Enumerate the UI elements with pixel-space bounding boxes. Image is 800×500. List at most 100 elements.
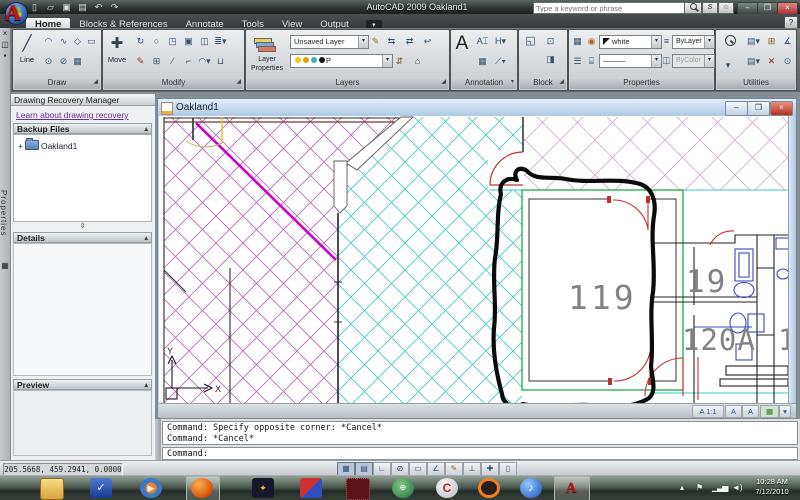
text-edit-icon[interactable]: A⌶ xyxy=(475,34,490,48)
fillet-icon[interactable]: ∕ xyxy=(165,54,180,68)
itunes-icon[interactable]: ♪ xyxy=(520,478,542,498)
dyn-toggle[interactable]: ⊥ xyxy=(463,462,481,476)
make-layer-current-icon[interactable]: ✎ xyxy=(368,34,383,48)
distance-icon[interactable]: ∡ xyxy=(780,34,795,48)
rectangle-icon[interactable]: ▭ xyxy=(84,34,99,48)
polygon-icon[interactable]: ◇ xyxy=(70,34,85,48)
drawing-canvas[interactable]: 119 19 120A 1 Y X xyxy=(159,116,795,409)
annotation-scale-button[interactable]: A 1:1 xyxy=(692,405,724,418)
create-block-icon[interactable]: ⊡ xyxy=(543,34,558,48)
palette-close-icon[interactable]: × xyxy=(0,28,10,39)
qp-toggle[interactable]: ▯ xyxy=(499,462,517,476)
match-properties-icon[interactable]: ▦ xyxy=(570,34,585,48)
scale-icon[interactable]: ○ xyxy=(149,34,164,48)
command-input[interactable]: Command: xyxy=(162,447,798,460)
open-icon[interactable]: ▱ xyxy=(44,1,57,13)
offset-icon[interactable]: ⊔ xyxy=(213,54,228,68)
palette-autohide-icon[interactable]: ◫ xyxy=(0,39,10,50)
panel-layers-label[interactable]: Layers ◢ xyxy=(247,77,448,89)
tray-expand-icon[interactable]: ▴ xyxy=(680,476,684,500)
ducs-toggle[interactable]: ✎ xyxy=(445,462,463,476)
orange-ring-icon[interactable] xyxy=(478,478,500,498)
drawing-scrollbar[interactable] xyxy=(788,116,796,403)
command-grab-bar[interactable] xyxy=(155,419,161,461)
polyline-icon[interactable]: ∿ xyxy=(56,34,71,48)
panel-draw-label[interactable]: Draw ◢ xyxy=(14,77,100,89)
layer-isolate-icon[interactable]: ⇵ xyxy=(392,54,407,68)
otrack-toggle[interactable]: ∠ xyxy=(427,462,445,476)
erase-icon[interactable]: ✎ xyxy=(133,54,148,68)
drawing-restore-button[interactable]: ❒ xyxy=(747,101,770,116)
lwt-toggle[interactable]: ✚ xyxy=(481,462,499,476)
color-wheel-icon[interactable]: ◉ xyxy=(584,34,599,48)
copy-icon[interactable]: ▣ xyxy=(181,34,196,48)
annotation-visibility-button[interactable]: A xyxy=(725,405,742,418)
layer-previous-icon[interactable]: ⇄ xyxy=(402,34,417,48)
hatch-icon[interactable]: ▦ xyxy=(70,54,85,68)
text-button[interactable]: A xyxy=(451,33,473,75)
explode-icon[interactable]: ⊞ xyxy=(149,54,164,68)
quick-calc-icon[interactable]: ⊞ xyxy=(764,34,779,48)
insert-block-icon[interactable]: ◱ xyxy=(523,34,538,48)
snap-toggle[interactable]: ▦ xyxy=(337,462,355,476)
firefox-icon[interactable] xyxy=(191,478,213,498)
clock[interactable]: 10:28 AM 7/12/2010 xyxy=(746,477,798,497)
ortho-toggle[interactable]: ∟ xyxy=(373,462,391,476)
block-editor-icon[interactable]: ◨ xyxy=(543,52,558,66)
redo-icon[interactable]: ↷ xyxy=(108,1,121,13)
network-icon[interactable]: ▁▃▅ xyxy=(712,476,729,500)
save-icon[interactable]: ▣ xyxy=(60,1,73,13)
media-player-icon[interactable]: ▶ xyxy=(140,478,162,498)
linetype-icon[interactable]: ⌸ xyxy=(584,54,599,68)
plot-style-dropdown[interactable]: ByColor ▾ xyxy=(672,54,715,68)
rotate-icon[interactable]: ↻ xyxy=(133,34,148,48)
panel-modify-label[interactable]: Modify ◢ xyxy=(104,77,243,89)
command-history[interactable]: Command: Specify opposite corner: *Cance… xyxy=(162,421,798,445)
table-icon[interactable]: ▦ xyxy=(475,54,490,68)
array-icon[interactable]: ≣▾ xyxy=(213,34,228,48)
strip-menu-icon[interactable]: ▾ xyxy=(779,405,791,418)
backup-files-header[interactable]: Backup Files ▴ xyxy=(13,123,152,134)
layer-display-dropdown[interactable]: P ▾ xyxy=(290,54,393,68)
undo-icon[interactable]: ↶ xyxy=(92,1,105,13)
autocad-logo-icon[interactable]: A xyxy=(1,0,25,27)
backup-files-list[interactable]: + Oakland1 xyxy=(13,134,152,222)
preview-header[interactable]: Preview ▴ xyxy=(13,379,152,390)
annotation-autoscale-button[interactable]: A xyxy=(742,405,759,418)
panel-annotation-label[interactable]: Annotation ▾ xyxy=(452,77,516,89)
ccleaner-icon[interactable]: C xyxy=(436,478,458,498)
trim-icon[interactable]: ◳ xyxy=(165,34,180,48)
workspace-switch-button[interactable]: ▦ xyxy=(760,405,779,418)
dark-red-app-icon[interactable] xyxy=(346,478,370,500)
tree-item-oakland1[interactable]: + Oakland1 xyxy=(18,138,77,151)
layer-match-icon[interactable]: ⇆ xyxy=(384,34,399,48)
object-color-dropdown[interactable]: white ▾ xyxy=(599,35,662,49)
lineweight-dropdown[interactable]: ByLayer ▾ xyxy=(672,35,715,49)
paste-icon[interactable]: ▤▾ xyxy=(746,34,761,48)
arc-edit-icon[interactable]: ◠▾ xyxy=(197,54,212,68)
circle-icon[interactable]: ⊙ xyxy=(41,54,56,68)
line-button[interactable]: ╱ Line xyxy=(15,33,39,75)
search-input[interactable] xyxy=(533,2,687,14)
zoom-dropdown-icon[interactable]: ▾ xyxy=(723,58,733,72)
palette-settings-icon[interactable]: ▪ xyxy=(0,50,10,61)
move-button[interactable]: ✚ Move xyxy=(105,33,129,75)
properties-list-icon[interactable]: ☰ xyxy=(570,54,585,68)
layer-states-icon[interactable]: ↩ xyxy=(420,34,435,48)
layer-select-dropdown[interactable]: Unsaved Layer ▾ xyxy=(290,35,369,49)
blue-check-icon[interactable]: ✓ xyxy=(90,478,112,498)
drawing-title-bar[interactable]: Oakland1 – ❒ × xyxy=(158,99,796,116)
id-point-icon[interactable]: ⊙ xyxy=(780,54,795,68)
drawing-minimize-button[interactable]: – xyxy=(725,101,748,116)
ellipse-icon[interactable]: ⊘ xyxy=(56,54,71,68)
explorer-folder-icon[interactable] xyxy=(40,478,64,500)
erase-util-icon[interactable]: ✕ xyxy=(764,54,779,68)
tree-expand-icon[interactable]: + xyxy=(18,141,23,151)
zoom-realtime-icon[interactable] xyxy=(719,35,741,55)
layer-properties-button[interactable]: Layer Properties xyxy=(248,33,286,75)
drawing-close-button[interactable]: × xyxy=(770,101,793,116)
arc-icon[interactable]: ◠ xyxy=(41,34,56,48)
polar-toggle[interactable]: ⊘ xyxy=(391,462,409,476)
chamfer-icon[interactable]: ⌐ xyxy=(181,54,196,68)
panel-utilities-label[interactable]: Utilities xyxy=(717,77,795,89)
